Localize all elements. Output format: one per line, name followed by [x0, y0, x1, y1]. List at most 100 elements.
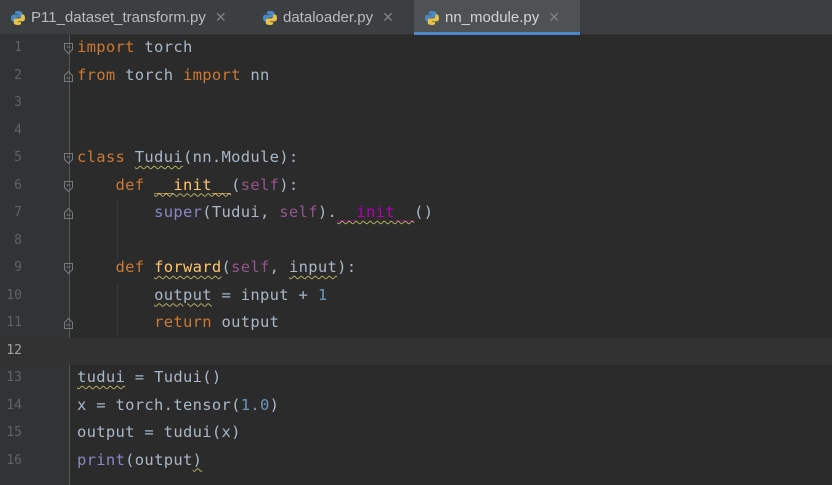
- code-token: super: [154, 203, 203, 221]
- fold-marker-icon[interactable]: [63, 152, 74, 165]
- code-text: def forward(self, input):: [77, 258, 357, 276]
- close-icon[interactable]: ✕: [382, 10, 394, 26]
- code-token: forward: [154, 258, 222, 276]
- code-line[interactable]: 8: [0, 228, 832, 256]
- code-token: (): [414, 203, 434, 221]
- code-line[interactable]: 16 print(output): [0, 448, 832, 476]
- code-text: from torch import nn: [77, 66, 270, 84]
- code-token: class: [77, 148, 135, 166]
- line-number: 8: [14, 232, 22, 248]
- code-text: x = torch.tensor(1.0): [77, 396, 279, 414]
- fold-marker-icon[interactable]: [63, 317, 74, 330]
- code-text: output = input + 1: [77, 286, 327, 304]
- code-line[interactable]: 4: [0, 118, 832, 146]
- fold-marker-icon[interactable]: [63, 70, 74, 83]
- code-editor[interactable]: 1 import torch 2 from torch import nn 3 4 5 cla…: [0, 35, 832, 485]
- code-text: return output: [77, 313, 279, 331]
- line-number: 1: [14, 40, 22, 55]
- code-token: = input +: [211, 285, 318, 304]
- code-token: ).: [317, 203, 338, 221]
- code-line[interactable]: 12: [0, 337, 832, 365]
- line-number: 6: [14, 177, 22, 193]
- code-token: 1.0: [240, 395, 270, 414]
- line-number: 13: [6, 370, 22, 385]
- line-number: 16: [6, 452, 22, 468]
- code-text: print(output): [77, 451, 202, 469]
- code-token: = Tudui(): [125, 368, 222, 386]
- code-text: def __init__(self):: [77, 176, 299, 194]
- tab-dataloader[interactable]: dataloader.py ✕: [252, 0, 412, 35]
- code-text: tudui = Tudui(): [77, 368, 222, 386]
- fold-marker-icon[interactable]: [63, 262, 74, 275]
- code-token: ):: [279, 175, 299, 194]
- tab-p11-dataset-transform[interactable]: P11_dataset_transform.py ✕: [0, 0, 250, 35]
- code-token: output: [154, 285, 212, 304]
- code-token: input: [288, 258, 338, 276]
- tab-nn-module[interactable]: nn_module.py ✕: [414, 0, 580, 35]
- line-number: 12: [6, 342, 22, 358]
- code-text: import torch: [77, 38, 193, 56]
- line-number: 9: [14, 260, 22, 275]
- code-line[interactable]: 10 output = input + 1: [0, 283, 832, 311]
- tab-label: P11_dataset_transform.py: [31, 9, 206, 26]
- fold-marker-icon[interactable]: [63, 42, 74, 55]
- code-token: ):: [337, 258, 357, 276]
- line-number: 2: [14, 67, 22, 83]
- code-line[interactable]: 7 super(Tudui, self).__init__(): [0, 200, 832, 228]
- code-line[interactable]: 2 from torch import nn: [0, 63, 832, 91]
- code-token: Tudui: [134, 148, 183, 166]
- code-token: output: [211, 313, 280, 331]
- fold-marker-icon[interactable]: [63, 180, 74, 193]
- code-line[interactable]: 13 tudui = Tudui(): [0, 365, 832, 393]
- code-token: from: [77, 65, 116, 84]
- code-token: (: [231, 175, 241, 194]
- code-token: (output: [125, 450, 193, 469]
- python-file-icon: [11, 10, 25, 25]
- code-token: torch: [115, 65, 183, 84]
- code-token: x = torch.tensor(: [77, 395, 241, 414]
- code-line[interactable]: 15 output = tudui(x): [0, 420, 832, 448]
- tab-label: dataloader.py: [283, 9, 374, 26]
- code-text: super(Tudui, self).__init__(): [77, 203, 433, 221]
- line-number: 4: [14, 122, 22, 138]
- code-token: ,: [269, 258, 289, 276]
- code-token: output = tudui(x): [77, 423, 241, 441]
- line-number: 14: [6, 397, 22, 413]
- code-token: import: [182, 65, 241, 84]
- line-number: 5: [14, 150, 22, 165]
- python-file-icon: [263, 10, 277, 25]
- code-token: self: [279, 203, 318, 221]
- editor-tab-bar: P11_dataset_transform.py ✕ dataloader.py…: [0, 0, 832, 35]
- code-token: 1: [317, 285, 328, 304]
- code-line[interactable]: 3: [0, 90, 832, 118]
- close-icon[interactable]: ✕: [548, 10, 560, 26]
- code-token: (: [221, 258, 232, 276]
- code-text: output = tudui(x): [77, 423, 241, 441]
- line-number: 10: [6, 287, 22, 303]
- code-line[interactable]: 9 def forward(self, input):: [0, 255, 832, 283]
- line-number: 11: [6, 315, 22, 330]
- code-text: class Tudui(nn.Module):: [77, 148, 299, 166]
- code-line[interactable]: 1 import torch: [0, 35, 832, 63]
- code-token: tudui: [77, 368, 126, 386]
- code-token: return: [154, 313, 212, 331]
- code-token: print: [77, 450, 126, 469]
- code-token: def: [115, 175, 155, 194]
- code-line[interactable]: 6 def __init__(self):: [0, 173, 832, 201]
- code-line[interactable]: 11 return output: [0, 310, 832, 338]
- fold-marker-icon[interactable]: [63, 207, 74, 220]
- code-token: __init__: [154, 175, 232, 194]
- code-token: __init__: [337, 203, 415, 221]
- tab-label: nn_module.py: [445, 9, 540, 26]
- code-line[interactable]: 14 x = torch.tensor(1.0): [0, 393, 832, 421]
- line-number: 7: [14, 205, 22, 220]
- code-token: self: [240, 175, 280, 194]
- code-token: torch: [134, 38, 193, 56]
- code-token: ): [269, 395, 280, 414]
- code-token: import: [77, 38, 135, 56]
- close-icon[interactable]: ✕: [215, 10, 227, 26]
- code-line[interactable]: 5 class Tudui(nn.Module):: [0, 145, 832, 173]
